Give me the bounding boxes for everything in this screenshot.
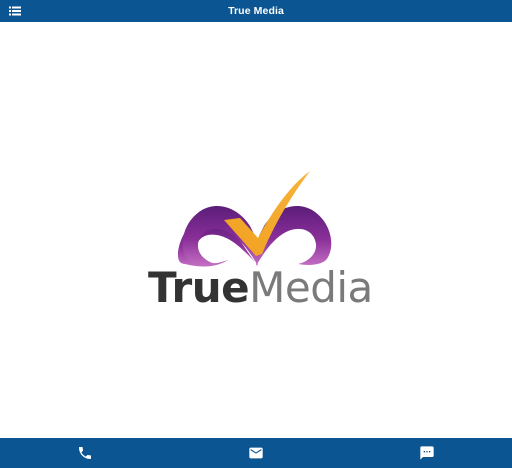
logo-wordmark: TrueMedia <box>148 263 373 313</box>
main-content: TrueMedia <box>0 22 512 438</box>
menu-button[interactable] <box>9 6 21 16</box>
phone-icon <box>79 447 91 459</box>
logo-mark-icon <box>177 171 332 267</box>
logo-word-media: Media <box>249 263 373 312</box>
list-menu-icon <box>9 6 21 16</box>
true-media-logo: TrueMedia <box>140 144 373 344</box>
mail-icon <box>249 447 263 459</box>
top-app-bar: True Media <box>0 0 512 22</box>
page-title: True Media <box>228 5 284 17</box>
logo-word-true: True <box>148 263 250 312</box>
message-button[interactable] <box>419 445 435 461</box>
email-button[interactable] <box>248 445 264 461</box>
bottom-nav-bar <box>0 438 512 468</box>
call-button[interactable] <box>77 445 93 461</box>
chat-icon <box>420 446 434 460</box>
